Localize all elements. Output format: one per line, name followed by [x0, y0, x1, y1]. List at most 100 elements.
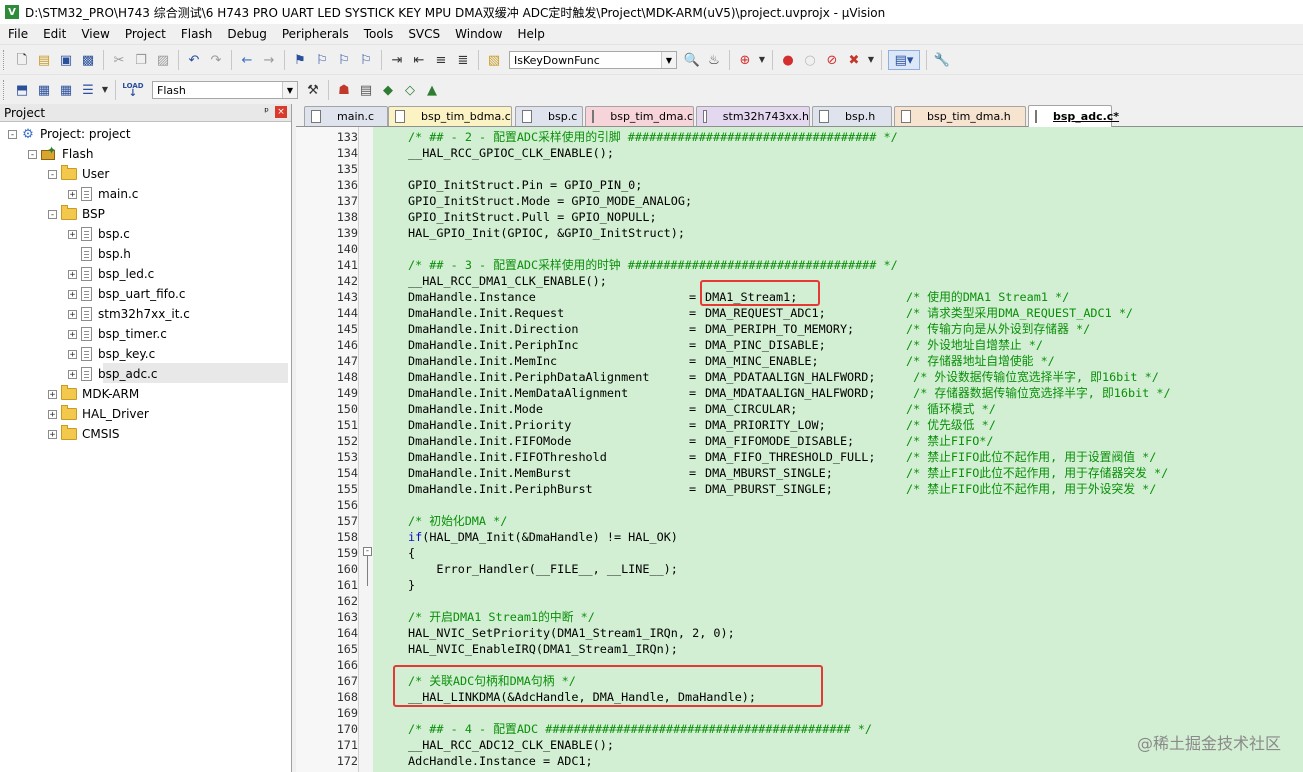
- toolbar-grip[interactable]: [3, 80, 7, 100]
- tree-node[interactable]: + bsp_uart_fifo.c: [68, 284, 185, 304]
- expand-icon[interactable]: +: [68, 289, 77, 299]
- software-packs-icon[interactable]: ▲: [423, 81, 441, 99]
- batch-build-icon[interactable]: ☰: [79, 81, 97, 99]
- code-editor[interactable]: 133 /* ## - 2 - 配置ADC采样使用的引脚 ############…: [296, 127, 1303, 772]
- indent-icon[interactable]: ⇥: [388, 51, 406, 69]
- redo-icon[interactable]: ↷: [207, 51, 225, 69]
- tree-node[interactable]: + main.c: [68, 184, 138, 204]
- collapse-icon[interactable]: -: [8, 129, 17, 139]
- comment-icon[interactable]: ≡: [432, 51, 450, 69]
- expand-icon[interactable]: +: [68, 309, 77, 319]
- chevron-down-icon[interactable]: ▼: [101, 81, 109, 99]
- copy-icon[interactable]: ❐: [132, 51, 150, 69]
- prev-bookmark-icon[interactable]: ⚐: [313, 51, 331, 69]
- find-icon[interactable]: 🔍: [683, 51, 701, 69]
- open-folder-icon[interactable]: ▤: [35, 51, 53, 69]
- expand-icon[interactable]: +: [68, 349, 77, 359]
- expand-icon[interactable]: +: [68, 329, 77, 339]
- clear-bookmarks-icon[interactable]: ⚐: [357, 51, 375, 69]
- save-icon[interactable]: ▣: [57, 51, 75, 69]
- manage-project-items-icon[interactable]: ☗: [335, 81, 353, 99]
- navigate-back-icon[interactable]: ←: [238, 51, 256, 69]
- editor-tab[interactable]: bsp_tim_dma.c: [585, 106, 694, 126]
- editor-tab[interactable]: bsp_tim_dma.h: [894, 106, 1026, 126]
- manage-rte-icon[interactable]: ◆: [379, 81, 397, 99]
- close-icon[interactable]: ×: [275, 106, 287, 118]
- editor-tab[interactable]: main.c: [304, 106, 388, 126]
- tree-node[interactable]: + CMSIS: [48, 424, 120, 444]
- next-bookmark-icon[interactable]: ⚐: [335, 51, 353, 69]
- menu-tools[interactable]: Tools: [356, 27, 401, 41]
- fold-collapse-icon[interactable]: -: [363, 547, 372, 556]
- toolbar-grip[interactable]: [3, 50, 7, 70]
- editor-tab[interactable]: bsp_adc.c*: [1028, 105, 1119, 127]
- expand-icon[interactable]: +: [48, 409, 57, 419]
- chevron-down-icon[interactable]: ▼: [758, 51, 766, 69]
- incremental-find-icon[interactable]: ♨: [705, 51, 723, 69]
- expand-icon[interactable]: +: [48, 389, 57, 399]
- pack-installer-icon[interactable]: ◇: [401, 81, 419, 99]
- unindent-icon[interactable]: ⇤: [410, 51, 428, 69]
- menu-peripherals[interactable]: Peripherals: [274, 27, 356, 41]
- menu-file[interactable]: File: [0, 27, 35, 41]
- chevron-down-icon[interactable]: ▼: [661, 52, 676, 68]
- expand-icon[interactable]: +: [48, 429, 57, 439]
- tree-node[interactable]: + stm32h7xx_it.c: [68, 304, 190, 324]
- breakpoint-icon[interactable]: ●: [779, 51, 797, 69]
- find-in-files-icon[interactable]: ▧: [485, 51, 503, 69]
- window-layout-icon[interactable]: ▤▾: [888, 50, 920, 70]
- uncomment-icon[interactable]: ≣: [454, 51, 472, 69]
- menu-help[interactable]: Help: [509, 27, 551, 41]
- tree-node[interactable]: + MDK-ARM: [48, 384, 139, 404]
- collapse-icon[interactable]: -: [48, 169, 57, 179]
- editor-tab[interactable]: stm32h743xx.h: [696, 106, 810, 126]
- tree-node[interactable]: + bsp_led.c: [68, 264, 154, 284]
- find-combo[interactable]: IsKeyDownFunc ▼: [509, 51, 677, 69]
- debug-session-icon[interactable]: ⊕: [736, 51, 754, 69]
- tree-node[interactable]: + bsp_adc.c: [68, 364, 157, 384]
- select-packs-icon[interactable]: ▤: [357, 81, 375, 99]
- chevron-down-icon[interactable]: ▼: [867, 51, 875, 69]
- menu-flash[interactable]: Flash: [173, 27, 219, 41]
- build-icon[interactable]: ▦: [35, 81, 53, 99]
- undo-icon[interactable]: ↶: [185, 51, 203, 69]
- editor-tab[interactable]: bsp.h: [812, 106, 892, 126]
- expand-icon[interactable]: +: [68, 189, 77, 199]
- target-options-icon[interactable]: ⚒: [304, 81, 322, 99]
- expand-icon[interactable]: +: [68, 229, 77, 239]
- rebuild-icon[interactable]: ▦: [57, 81, 75, 99]
- expand-icon[interactable]: +: [68, 369, 77, 379]
- menu-svcs[interactable]: SVCS: [400, 27, 447, 41]
- tree-node[interactable]: bsp.h: [68, 244, 131, 264]
- tree-node[interactable]: - BSP: [48, 204, 105, 224]
- new-file-icon[interactable]: 🗋: [13, 51, 31, 69]
- navigate-forward-icon[interactable]: →: [260, 51, 278, 69]
- editor-tab[interactable]: bsp.c: [515, 106, 583, 126]
- configure-wrench-icon[interactable]: 🔧: [933, 51, 951, 69]
- collapse-icon[interactable]: -: [28, 149, 37, 159]
- tree-node[interactable]: + bsp.c: [68, 224, 130, 244]
- target-select[interactable]: Flash ▼: [152, 81, 298, 99]
- tree-node[interactable]: - ✦ Flash: [28, 144, 93, 164]
- tree-node[interactable]: + HAL_Driver: [48, 404, 149, 424]
- disable-all-breakpoints-icon[interactable]: ⊘: [823, 51, 841, 69]
- expand-icon[interactable]: +: [68, 269, 77, 279]
- disable-breakpoint-icon[interactable]: ○: [801, 51, 819, 69]
- menu-edit[interactable]: Edit: [35, 27, 73, 41]
- chevron-down-icon[interactable]: ▼: [282, 82, 297, 98]
- translate-icon[interactable]: ⬒: [13, 81, 31, 99]
- collapse-icon[interactable]: -: [48, 209, 57, 219]
- load-download-icon[interactable]: LOAD ↓: [122, 81, 144, 99]
- kill-all-breakpoints-icon[interactable]: ✖: [845, 51, 863, 69]
- cut-icon[interactable]: ✂: [110, 51, 128, 69]
- paste-icon[interactable]: ▨: [154, 51, 172, 69]
- editor-tab[interactable]: bsp_tim_bdma.c: [388, 106, 512, 126]
- tree-node[interactable]: - ⚙ Project: project: [8, 124, 131, 144]
- pin-icon[interactable]: ᵖ: [264, 105, 269, 118]
- save-all-icon[interactable]: ▩: [79, 51, 97, 69]
- menu-view[interactable]: View: [73, 27, 116, 41]
- tree-node[interactable]: - User: [48, 164, 109, 184]
- menu-window[interactable]: Window: [447, 27, 509, 41]
- menu-debug[interactable]: Debug: [219, 27, 273, 41]
- tree-node[interactable]: + bsp_key.c: [68, 344, 155, 364]
